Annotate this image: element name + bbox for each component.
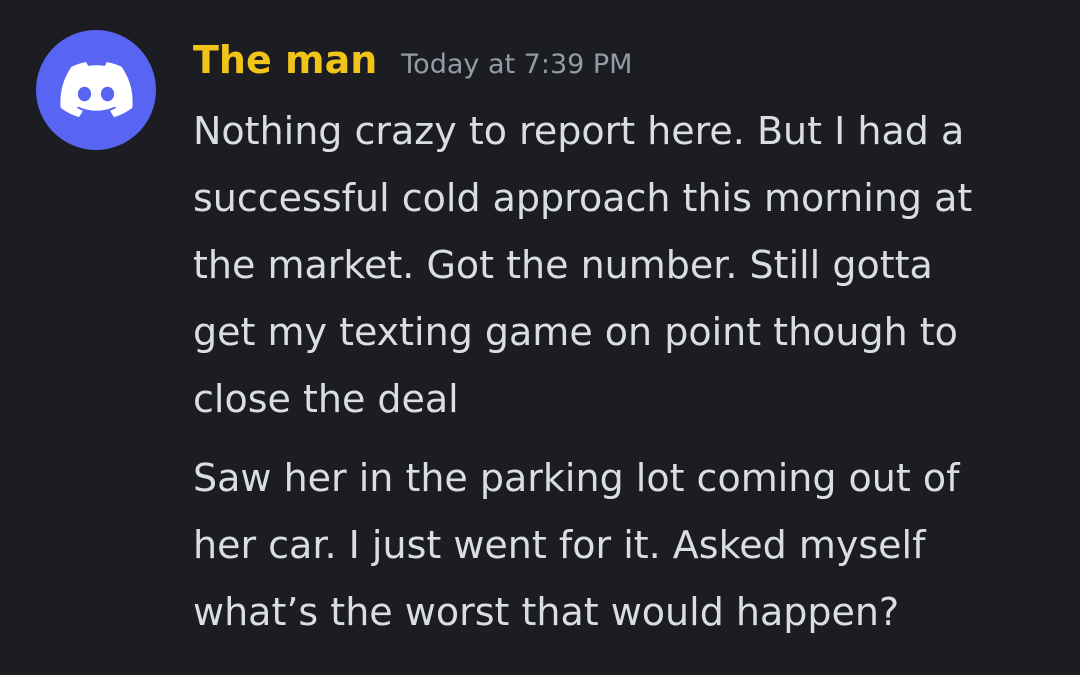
message-line: successful cold approach this morning at [193, 176, 973, 220]
message-line: the market. Got the number. Still gotta [193, 243, 933, 287]
message-line: Nothing crazy to report here. But I had … [193, 109, 965, 153]
avatar[interactable] [36, 30, 156, 150]
message-header: The man Today at 7:39 PM [193, 38, 632, 90]
timestamp: Today at 7:39 PM [401, 49, 633, 80]
message-content: Nothing crazy to report here. But I had … [193, 98, 1073, 646]
username[interactable]: The man [193, 38, 377, 82]
discord-logo-icon [60, 62, 133, 118]
message-line: Saw her in the parking lot coming out of [193, 456, 960, 500]
message-line: get my texting game on point though to [193, 310, 958, 354]
message-paragraph: Nothing crazy to report here. But I had … [193, 98, 1073, 433]
message-paragraph: Saw her in the parking lot coming out of… [193, 445, 1073, 646]
message-line: her car. I just went for it. Asked mysel… [193, 523, 926, 567]
message-line: close the deal [193, 377, 459, 421]
chat-message: The man Today at 7:39 PM Nothing crazy t… [0, 0, 1080, 675]
message-line: what’s the worst that would happen? [193, 590, 900, 634]
